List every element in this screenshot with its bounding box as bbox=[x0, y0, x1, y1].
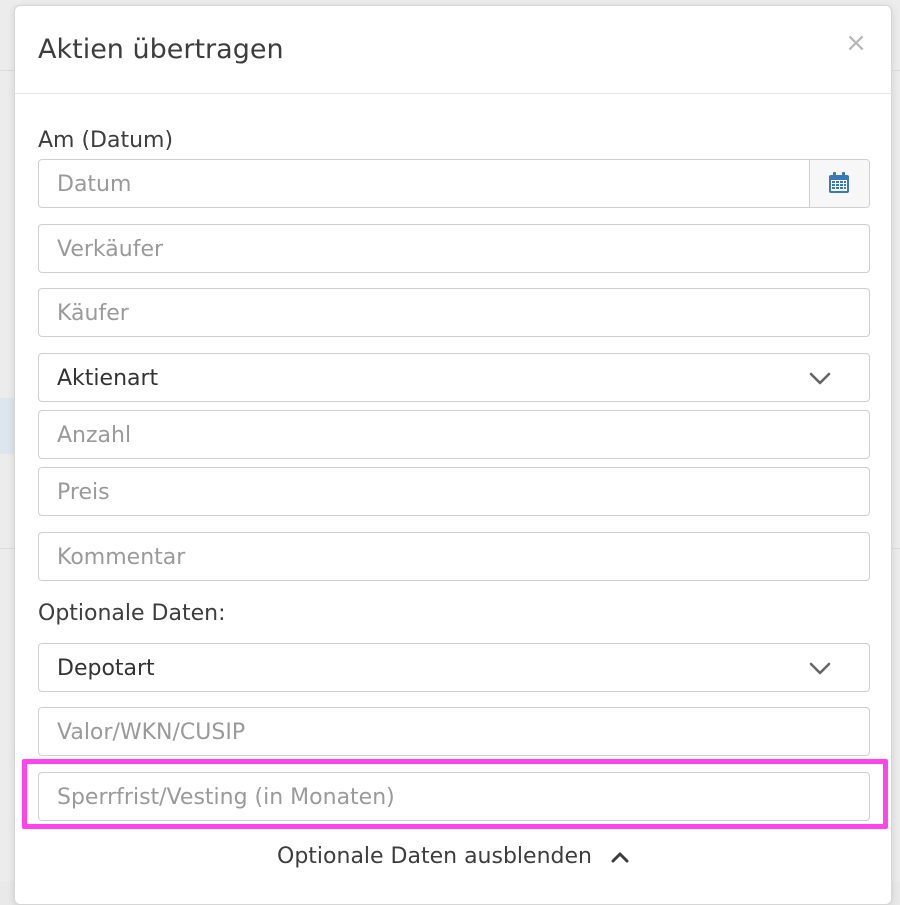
chevron-down-icon bbox=[809, 662, 831, 675]
toggle-optional-data-label: Optionale Daten ausblenden bbox=[277, 844, 592, 869]
seller-placeholder: Verkäufer bbox=[57, 237, 164, 262]
date-field[interactable]: Datum bbox=[38, 159, 870, 208]
price-placeholder: Preis bbox=[57, 480, 110, 505]
quantity-placeholder: Anzahl bbox=[57, 423, 132, 448]
comment-input[interactable]: Kommentar bbox=[38, 532, 870, 581]
backdrop-block bbox=[0, 398, 14, 454]
close-icon: × bbox=[845, 28, 867, 58]
modal-title: Aktien übertragen bbox=[38, 34, 284, 65]
toggle-optional-data-link[interactable]: Optionale Daten ausblenden bbox=[15, 844, 891, 869]
depot-type-value: Depotart bbox=[57, 656, 155, 681]
buyer-placeholder: Käufer bbox=[57, 301, 129, 326]
date-label: Am (Datum) bbox=[38, 128, 174, 153]
buyer-input[interactable]: Käufer bbox=[38, 288, 870, 337]
depot-type-select[interactable]: Depotart bbox=[38, 643, 870, 692]
seller-input[interactable]: Verkäufer bbox=[38, 224, 870, 273]
share-type-select[interactable]: Aktienart bbox=[38, 353, 870, 402]
chevron-up-icon bbox=[611, 852, 629, 863]
share-type-value: Aktienart bbox=[57, 366, 159, 391]
price-input[interactable]: Preis bbox=[38, 467, 870, 516]
valor-input[interactable]: Valor/WKN/CUSIP bbox=[38, 707, 870, 756]
quantity-input[interactable]: Anzahl bbox=[38, 410, 870, 459]
close-button[interactable]: × bbox=[841, 28, 871, 58]
valor-placeholder: Valor/WKN/CUSIP bbox=[57, 720, 246, 745]
optional-data-label: Optionale Daten: bbox=[38, 601, 226, 626]
chevron-down-icon bbox=[809, 372, 831, 385]
comment-placeholder: Kommentar bbox=[57, 545, 186, 570]
calendar-icon bbox=[829, 172, 849, 193]
calendar-button[interactable] bbox=[809, 160, 869, 207]
date-placeholder: Datum bbox=[57, 172, 132, 197]
highlight-box bbox=[22, 759, 888, 829]
modal-header: Aktien übertragen × bbox=[15, 6, 891, 94]
